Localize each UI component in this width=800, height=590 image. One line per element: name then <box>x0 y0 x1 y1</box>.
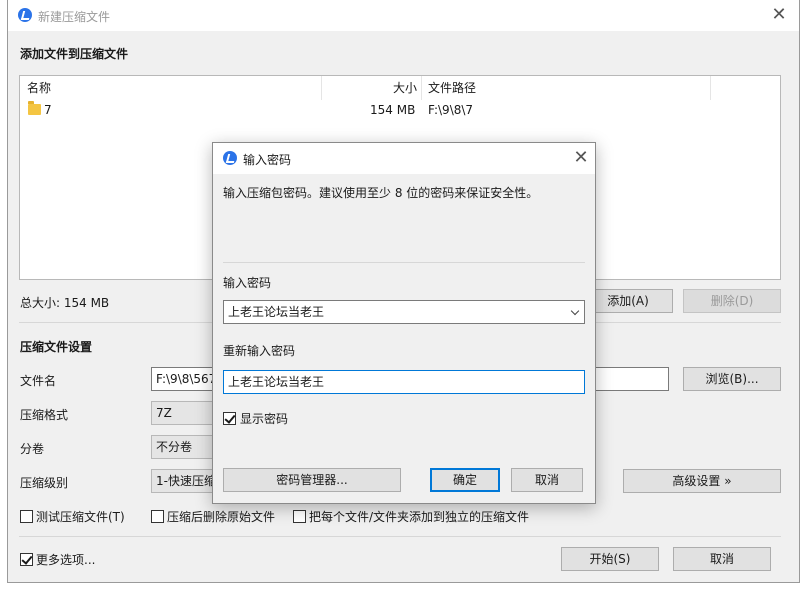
each-separate-label[interactable]: 把每个文件/文件夹添加到独立的压缩文件 <box>309 508 529 525</box>
password-label: 输入密码 <box>223 276 272 290</box>
password-dialog: 输入密码 ✕ 输入压缩包密码。建议使用至少 8 位的密码来保证安全性。 输入密码… <box>212 142 596 504</box>
level-select[interactable]: 1-快速压缩 <box>151 469 216 493</box>
level-label: 压缩级别 <box>20 476 69 490</box>
cancel-button[interactable]: 取消 <box>673 547 771 571</box>
chevron-down-icon[interactable] <box>570 306 580 316</box>
file-path: F:\9\8\7 <box>428 103 474 117</box>
table-row[interactable]: 7 154 MB F:\9\8\7 <box>20 100 780 120</box>
split-select[interactable]: 不分卷 <box>151 435 216 459</box>
format-select[interactable]: 7Z <box>151 401 216 425</box>
title-bar: 新建压缩文件 ✕ <box>8 0 799 31</box>
file-name: 7 <box>44 103 52 117</box>
more-options-checkbox[interactable] <box>20 553 33 566</box>
add-files-heading: 添加文件到压缩文件 <box>20 47 129 61</box>
password-manager-button[interactable]: 密码管理器... <box>223 468 401 492</box>
show-password-label[interactable]: 显示密码 <box>240 410 288 427</box>
column-separator[interactable] <box>710 76 711 100</box>
split-label: 分卷 <box>20 442 45 456</box>
reenter-password-label: 重新输入密码 <box>223 344 296 358</box>
delete-button[interactable]: 删除(D) <box>683 289 781 313</box>
app-logo-icon <box>223 151 237 165</box>
password-hint: 输入压缩包密码。建议使用至少 8 位的密码来保证安全性。 <box>223 186 539 200</box>
test-archive-checkbox[interactable] <box>20 510 33 523</box>
delete-after-checkbox[interactable] <box>151 510 164 523</box>
password-value: 上老王论坛当老王 <box>228 305 325 319</box>
delete-after-label[interactable]: 压缩后删除原始文件 <box>167 508 275 525</box>
window-title: 新建压缩文件 <box>38 10 111 24</box>
add-button[interactable]: 添加(A) <box>583 289 673 313</box>
total-size: 总大小: 154 MB <box>20 296 110 310</box>
format-label: 压缩格式 <box>20 408 69 422</box>
password-cancel-button[interactable]: 取消 <box>511 468 583 492</box>
divider <box>223 262 585 263</box>
file-size: 154 MB <box>370 103 416 117</box>
password-input[interactable]: 上老王论坛当老王 <box>223 300 585 324</box>
password-dialog-title: 输入密码 <box>243 153 292 167</box>
ok-button[interactable]: 确定 <box>430 468 500 492</box>
browse-button[interactable]: 浏览(B)... <box>683 367 781 391</box>
filename-label: 文件名 <box>20 374 57 388</box>
column-header-path[interactable]: 文件路径 <box>428 76 476 100</box>
show-password-checkbox[interactable] <box>223 412 236 425</box>
column-separator[interactable] <box>421 76 422 100</box>
close-icon[interactable]: ✕ <box>770 6 788 24</box>
reenter-password-input[interactable]: 上老王论坛当老王 <box>223 370 585 394</box>
close-icon[interactable]: ✕ <box>572 149 590 167</box>
more-options-label[interactable]: 更多选项... <box>36 551 95 568</box>
divider <box>19 536 781 537</box>
folder-icon <box>28 101 41 115</box>
advanced-settings-button[interactable]: 高级设置 » <box>623 469 781 493</box>
app-logo-icon <box>18 8 32 22</box>
password-dialog-titlebar: 输入密码 ✕ <box>213 143 595 174</box>
each-separate-checkbox[interactable] <box>293 510 306 523</box>
column-header-size[interactable]: 大小 <box>393 76 417 100</box>
start-button[interactable]: 开始(S) <box>561 547 659 571</box>
settings-heading: 压缩文件设置 <box>20 340 93 354</box>
column-header-name[interactable]: 名称 <box>27 76 51 100</box>
column-separator[interactable] <box>321 76 322 100</box>
reenter-password-value: 上老王论坛当老王 <box>228 375 325 389</box>
test-archive-label[interactable]: 测试压缩文件(T) <box>36 508 125 525</box>
